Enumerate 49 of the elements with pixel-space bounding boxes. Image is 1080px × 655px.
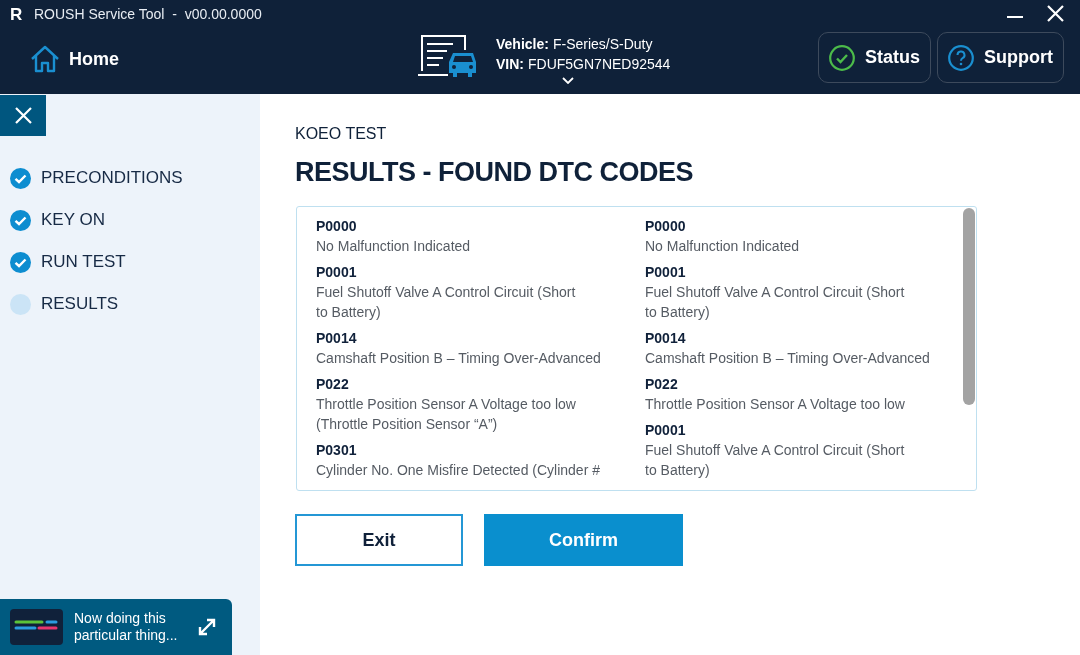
dtc-code: P0014 [316, 329, 357, 348]
dtc-description: Fuel Shutoff Valve A Control Circuit (Short to Battery) [645, 283, 905, 322]
task-text: Now doing this particular thing... [74, 610, 178, 644]
dtc-description: No Malfunction Indicated [316, 237, 471, 256]
house-icon [30, 45, 60, 73]
support-button[interactable]: Support [937, 32, 1064, 83]
close-icon [14, 107, 32, 124]
dtc-description: Cylinder No. One Misfire Detected (Cylinder # [316, 461, 600, 480]
logo: R [10, 5, 24, 23]
window-title: ROUSH Service Tool - v00.00.0000 [34, 4, 262, 24]
confirm-button[interactable]: Confirm [484, 514, 683, 566]
step-label: PRECONDITIONS [41, 167, 183, 190]
expand-icon[interactable] [197, 617, 217, 637]
dtc-code: P0001 [316, 263, 357, 282]
dtc-description: Throttle Position Sensor A Voltage too low [645, 395, 905, 414]
exit-button[interactable]: Exit [295, 514, 463, 566]
page-subtitle: KOEO TEST [295, 124, 387, 144]
dtc-code: P0000 [316, 217, 357, 236]
close-button[interactable] [0, 95, 46, 136]
document-car-icon [417, 35, 477, 77]
page-heading: RESULTS - FOUND DTC CODES [295, 156, 693, 189]
dtc-description: Camshaft Position B – Timing Over-Advanced [645, 349, 930, 368]
dtc-code: P0001 [645, 263, 686, 282]
dtc-code: P0000 [645, 217, 686, 236]
dtc-code: P0014 [645, 329, 686, 348]
progress-lines-icon [10, 609, 63, 645]
dtc-description: Fuel Shutoff Valve A Control Circuit (Short to Battery) [645, 441, 905, 480]
step-label: KEY ON [41, 209, 105, 232]
dtc-code: P0301 [316, 441, 357, 460]
vehicle-value: F-Series/S-Duty [552, 35, 653, 54]
close-icon[interactable] [1047, 4, 1064, 22]
step-label: RUN TEST [41, 251, 126, 274]
status-button[interactable]: Status [818, 32, 931, 83]
vehicle-label: Vehicle: [496, 35, 549, 54]
dtc-description: Fuel Shutoff Valve A Control Circuit (Short to Battery) [316, 283, 576, 322]
step-label: RESULTS [41, 293, 119, 316]
home-button[interactable]: Home [30, 45, 119, 73]
dtc-description: Throttle Position Sensor A Voltage too low (Throttle Position Sensor “A”) [316, 395, 576, 434]
dtc-code: P022 [316, 375, 349, 394]
question-circle-icon [948, 44, 974, 71]
dtc-code: P0001 [645, 421, 686, 440]
scrollbar-thumb[interactable] [963, 208, 975, 405]
dtc-code: P022 [645, 375, 678, 394]
chevron-down-icon[interactable] [562, 77, 574, 84]
dtc-description: No Malfunction Indicated [645, 237, 800, 256]
check-circle-icon [829, 44, 855, 71]
vin-value: FDUF5GN7NED92544 [528, 55, 671, 74]
dtc-description: Camshaft Position B – Timing Over-Advanced [316, 349, 601, 368]
vin-label: VIN: [496, 55, 524, 74]
